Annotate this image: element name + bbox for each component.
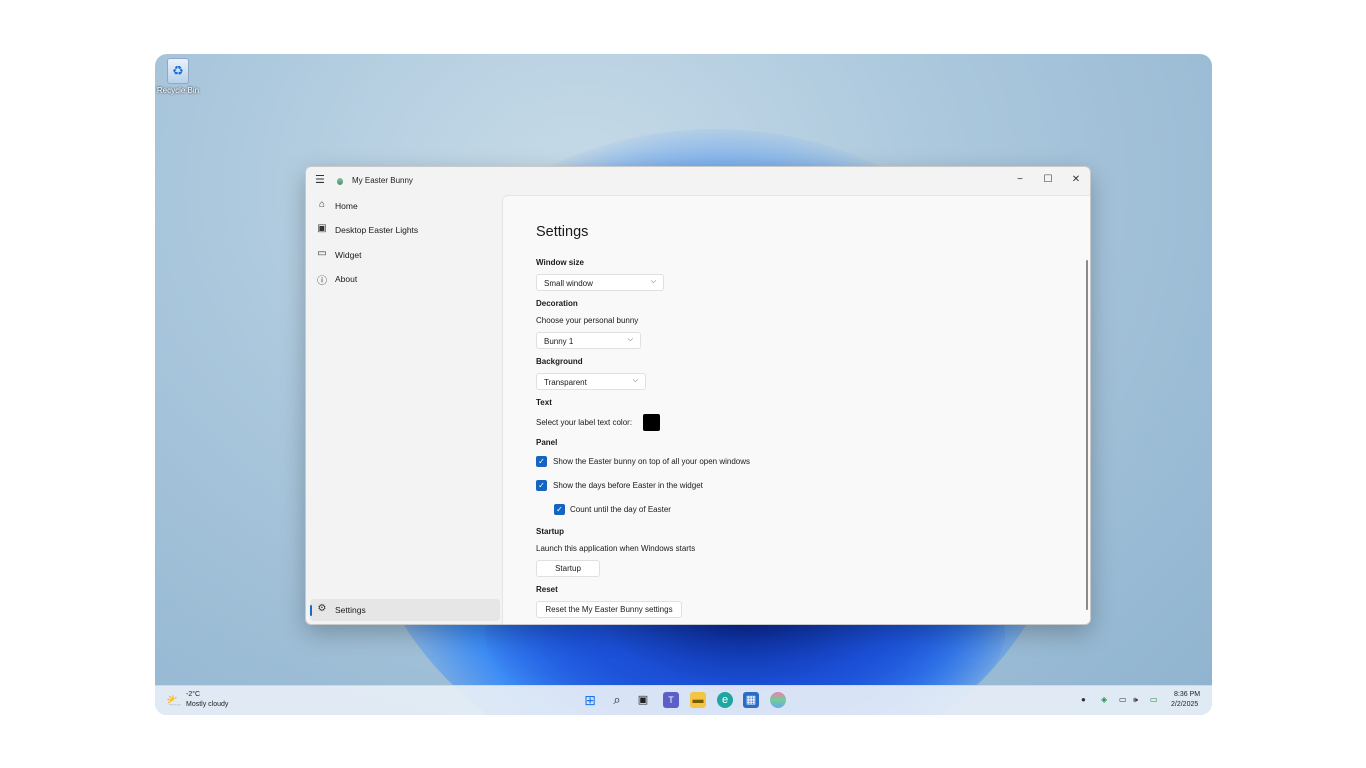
- decoration-description: Choose your personal bunny: [536, 316, 639, 325]
- checkbox-count-until-label: Count until the day of Easter: [570, 505, 671, 514]
- hamburger-icon[interactable]: ☰: [315, 175, 325, 186]
- nav-label-widget: Widget: [335, 250, 362, 260]
- reset-button[interactable]: Reset the My Easter Bunny settings: [536, 601, 682, 618]
- desktop-lights-icon: ▣: [317, 223, 327, 234]
- checkbox-days-before-label: Show the days before Easter in the widge…: [553, 481, 703, 490]
- weather-temp[interactable]: -2°C: [186, 691, 200, 698]
- weather-icon[interactable]: ⛅: [166, 693, 182, 709]
- widget-icon: ▭: [317, 248, 327, 259]
- maximize-button[interactable]: ☐: [1038, 172, 1058, 188]
- chevron-down-icon: ⌵: [650, 278, 656, 285]
- panel-heading: Panel: [536, 438, 558, 447]
- app-icon: [337, 178, 343, 185]
- nav-label-about: About: [335, 274, 358, 284]
- title-bar[interactable]: ☰ My Easter Bunny − ☐ ✕: [306, 167, 1090, 195]
- startup-button[interactable]: Startup: [536, 560, 600, 577]
- weather-condition[interactable]: Mostly cloudy: [186, 701, 228, 708]
- chevron-down-icon: ⌵: [632, 377, 638, 384]
- minimize-button[interactable]: −: [1010, 172, 1030, 188]
- text-heading: Text: [536, 398, 552, 407]
- start-icon[interactable]: ⊞: [582, 692, 598, 708]
- shield-icon[interactable]: ◈: [1101, 695, 1107, 704]
- decoration-heading: Decoration: [536, 299, 578, 308]
- window-size-dropdown[interactable]: Small window ⌵: [536, 274, 664, 291]
- clock-date[interactable]: 2/2/2025: [1171, 701, 1198, 708]
- desktop: ♻ Recycle Bin ☰ My Easter Bunny − ☐ ✕ ⌂ …: [155, 54, 1212, 715]
- easter-tray-icon[interactable]: ●: [1081, 695, 1086, 704]
- volume-icon[interactable]: 🕪: [1133, 695, 1138, 705]
- edge-icon[interactable]: e: [717, 692, 733, 708]
- window-title: My Easter Bunny: [352, 176, 413, 185]
- close-button[interactable]: ✕: [1066, 172, 1086, 188]
- task-view-icon[interactable]: ▣: [635, 692, 651, 708]
- clock-time[interactable]: 8:36 PM: [1174, 691, 1200, 698]
- background-dropdown[interactable]: Transparent ⌵: [536, 373, 646, 390]
- page-title: Settings: [536, 224, 589, 240]
- home-icon: ⌂: [318, 199, 326, 210]
- nav-item-settings[interactable]: ⚙ Settings: [310, 599, 500, 621]
- checkbox-days-before[interactable]: ✓: [536, 480, 547, 491]
- nav-label-desktop-easter-lights: Desktop Easter Lights: [335, 225, 419, 235]
- window-size-value: Small window: [544, 279, 593, 288]
- startup-heading: Startup: [536, 527, 564, 536]
- taskbar: ⛅ -2°C Mostly cloudy ⊞ ⌕ ▣ T ▬ e ▦ ● ◈ ▭…: [155, 685, 1212, 715]
- store-icon[interactable]: ▦: [743, 692, 759, 708]
- checkbox-count-until[interactable]: ✓: [554, 504, 565, 515]
- bunny-dropdown[interactable]: Bunny 1 ⌵: [536, 332, 641, 349]
- background-value: Transparent: [544, 378, 587, 387]
- battery-icon[interactable]: ▭: [1150, 695, 1158, 704]
- nav-item-desktop-easter-lights[interactable]: ▣ Desktop Easter Lights: [310, 219, 500, 241]
- recycle-bin-label: Recycle Bin: [156, 86, 200, 95]
- nav-item-home[interactable]: ⌂ Home: [310, 195, 500, 217]
- text-color-swatch[interactable]: [643, 414, 660, 431]
- text-color-label: Select your label text color:: [536, 418, 633, 427]
- help-icon: ⓘ: [317, 276, 327, 287]
- background-heading: Background: [536, 357, 583, 366]
- settings-page: Settings Window size Small window ⌵ Deco…: [502, 195, 1090, 624]
- selection-indicator: [310, 605, 312, 616]
- chevron-down-icon: ⌵: [627, 336, 633, 343]
- file-explorer-icon[interactable]: ▬: [690, 692, 706, 708]
- bunny-value: Bunny 1: [544, 337, 574, 346]
- gear-icon: ⚙: [317, 603, 327, 614]
- nav-label-settings: Settings: [335, 605, 366, 615]
- app-window: ☰ My Easter Bunny − ☐ ✕ ⌂ Home ▣ Desktop…: [305, 166, 1091, 625]
- checkbox-on-top-label: Show the Easter bunny on top of all your…: [553, 457, 751, 466]
- startup-description: Launch this application when Windows sta…: [536, 544, 696, 553]
- recycle-bin-icon: ♻: [167, 58, 189, 84]
- nav-label-home: Home: [335, 201, 358, 211]
- search-icon[interactable]: ⌕: [609, 692, 625, 708]
- network-icon[interactable]: ▭: [1119, 695, 1127, 704]
- window-size-heading: Window size: [536, 258, 584, 267]
- checkbox-on-top[interactable]: ✓: [536, 456, 547, 467]
- recycle-bin[interactable]: ♻ Recycle Bin: [155, 58, 201, 95]
- teams-icon[interactable]: T: [663, 692, 679, 708]
- easter-bunny-app-icon[interactable]: [770, 692, 786, 708]
- nav-item-about[interactable]: ⓘ About: [310, 268, 500, 290]
- reset-heading: Reset: [536, 585, 558, 594]
- nav-item-widget[interactable]: ▭ Widget: [310, 244, 500, 266]
- scrollbar[interactable]: [1086, 260, 1088, 610]
